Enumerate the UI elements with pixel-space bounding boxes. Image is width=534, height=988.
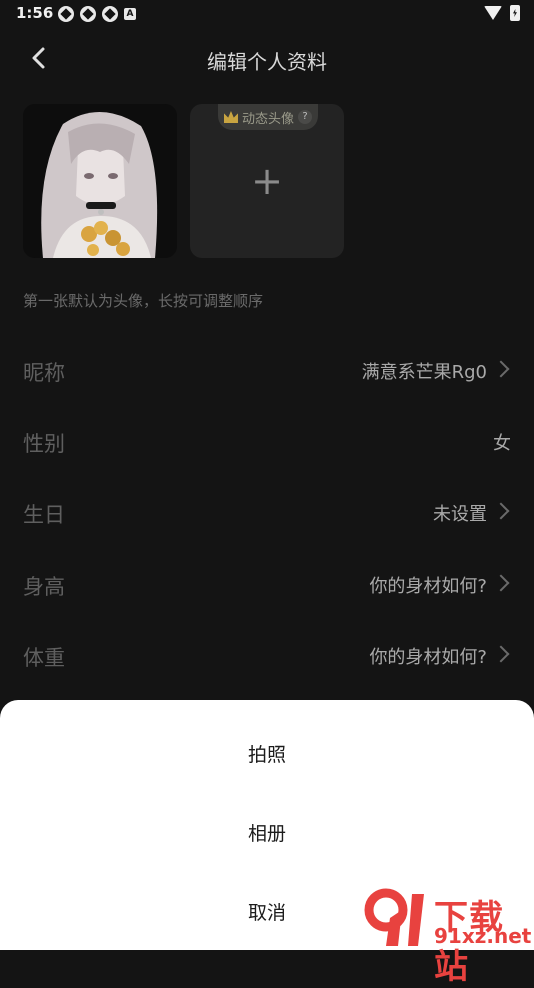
- avatar-illustration: [23, 104, 177, 258]
- chevron-right-icon: [492, 574, 510, 592]
- field-label: 体重: [23, 646, 65, 670]
- chevron-right-icon: [492, 360, 510, 378]
- field-nickname[interactable]: 昵称 满意系芒果Rg0: [23, 351, 511, 391]
- field-value: 未设置: [433, 504, 487, 525]
- battery-charging-icon: [510, 5, 520, 21]
- crown-icon: [223, 111, 238, 123]
- page-title: 编辑个人资料: [207, 50, 327, 74]
- top-bar: 编辑个人资料: [0, 36, 534, 82]
- field-value: 满意系芒果Rg0: [361, 362, 487, 383]
- chevron-right-icon: [492, 502, 510, 520]
- watermark-logo-icon: [364, 888, 424, 946]
- field-birthday[interactable]: 生日 未设置: [23, 493, 511, 533]
- add-photo-card[interactable]: 动态头像 ? +: [190, 104, 344, 258]
- site-watermark: 下载站 91xz.net: [362, 888, 534, 987]
- field-label: 昵称: [23, 361, 65, 385]
- dynamic-avatar-badge[interactable]: 动态头像 ?: [218, 104, 318, 130]
- a-notification-icon: A: [124, 8, 136, 20]
- field-label: 生日: [23, 503, 65, 527]
- field-weight[interactable]: 体重 你的身材如何?: [23, 636, 511, 676]
- help-icon[interactable]: ?: [298, 110, 312, 124]
- wifi-icon: [484, 6, 502, 20]
- field-value: 你的身材如何?: [369, 576, 487, 597]
- field-gender: 性别 女: [23, 422, 511, 462]
- avatar-photo[interactable]: [23, 104, 177, 258]
- status-bar: 1:56 A: [0, 0, 534, 28]
- app-notification-icon: [80, 6, 96, 22]
- field-height[interactable]: 身高 你的身材如何?: [23, 565, 511, 605]
- field-value: 你的身材如何?: [369, 647, 487, 668]
- take-photo-button[interactable]: 拍照: [0, 740, 534, 767]
- app-notification-icon: [102, 6, 118, 22]
- app-notification-icon: [58, 6, 74, 22]
- chevron-right-icon: [492, 645, 510, 663]
- photo-order-hint: 第一张默认为头像，长按可调整顺序: [23, 292, 264, 310]
- album-button[interactable]: 相册: [0, 819, 534, 846]
- dynamic-avatar-label: 动态头像: [241, 111, 294, 127]
- field-label: 性别: [23, 432, 65, 456]
- watermark-site: 91xz.net: [434, 924, 532, 948]
- notification-icons: A: [58, 6, 136, 22]
- clock: 1:56: [16, 4, 54, 22]
- plus-icon: +: [251, 159, 283, 203]
- field-value: 女: [493, 433, 511, 454]
- field-label: 身高: [23, 575, 65, 599]
